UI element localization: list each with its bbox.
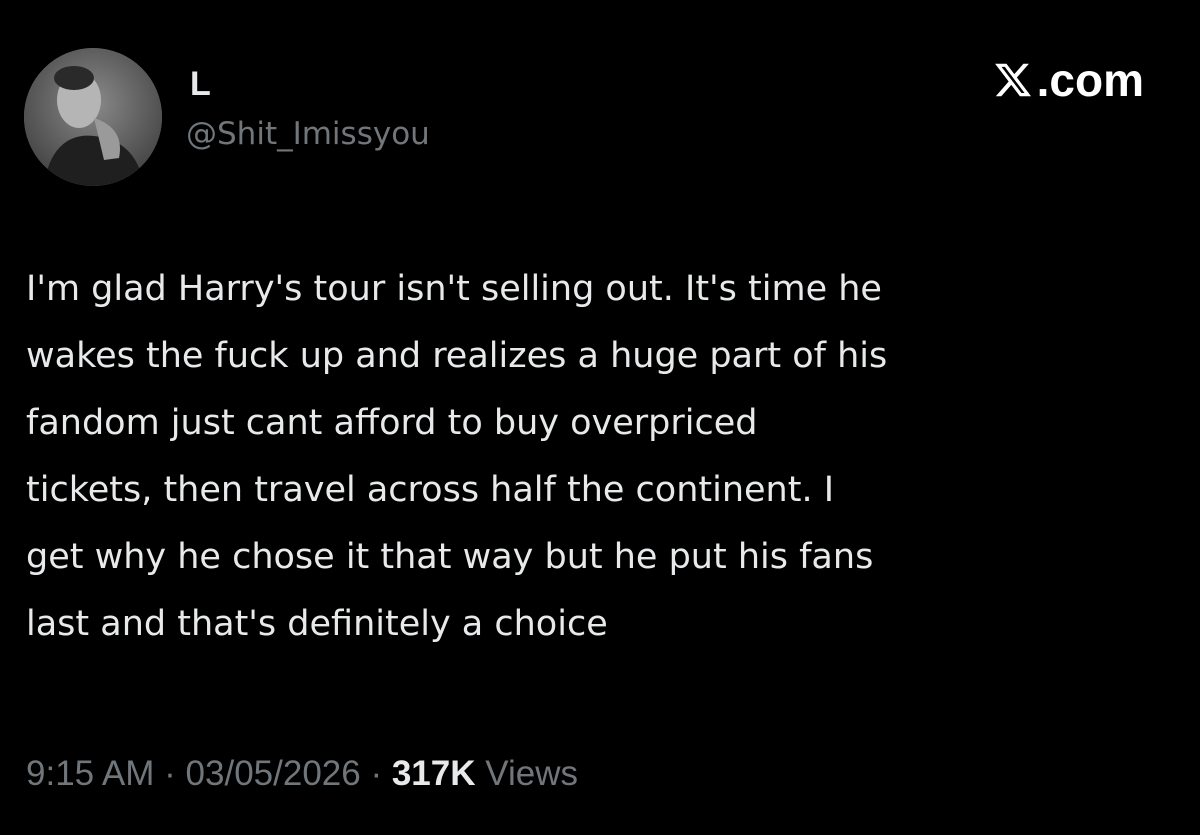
author-display-name[interactable]: L: [190, 64, 211, 104]
x-logo[interactable]: .com: [993, 54, 1144, 106]
tweet-text: I'm glad Harry's tour isn't selling out.…: [26, 256, 1176, 658]
tweet-text-line: tickets, then travel across half the con…: [26, 470, 835, 510]
tweet-text-line: last and that's definitely a choice: [26, 604, 608, 644]
tweet-text-line: get why he chose it that way but he put …: [26, 537, 874, 577]
avatar-photo: [24, 48, 162, 186]
tweet-date[interactable]: 03/05/2026: [186, 754, 361, 793]
views-count[interactable]: 317K: [392, 754, 476, 793]
meta-separator: ·: [370, 754, 383, 793]
tweet-time[interactable]: 9:15 AM: [26, 754, 154, 793]
views-label[interactable]: Views: [485, 754, 578, 793]
x-logo-icon: [994, 63, 1031, 97]
logo-domain-suffix: .com: [1036, 54, 1144, 106]
meta-separator: ·: [164, 754, 176, 793]
author-handle[interactable]: @Shit_Imissyou: [186, 114, 430, 154]
tweet-meta: 9:15 AM · 03/05/2026 · 317K Views: [26, 750, 578, 798]
tweet-text-line: wakes the fuck up and realizes a huge pa…: [26, 336, 888, 376]
tweet-text-line: fandom just cant afford to buy overprice…: [26, 403, 758, 443]
avatar[interactable]: [24, 48, 162, 186]
tweet-text-line: I'm glad Harry's tour isn't selling out.…: [26, 269, 882, 309]
